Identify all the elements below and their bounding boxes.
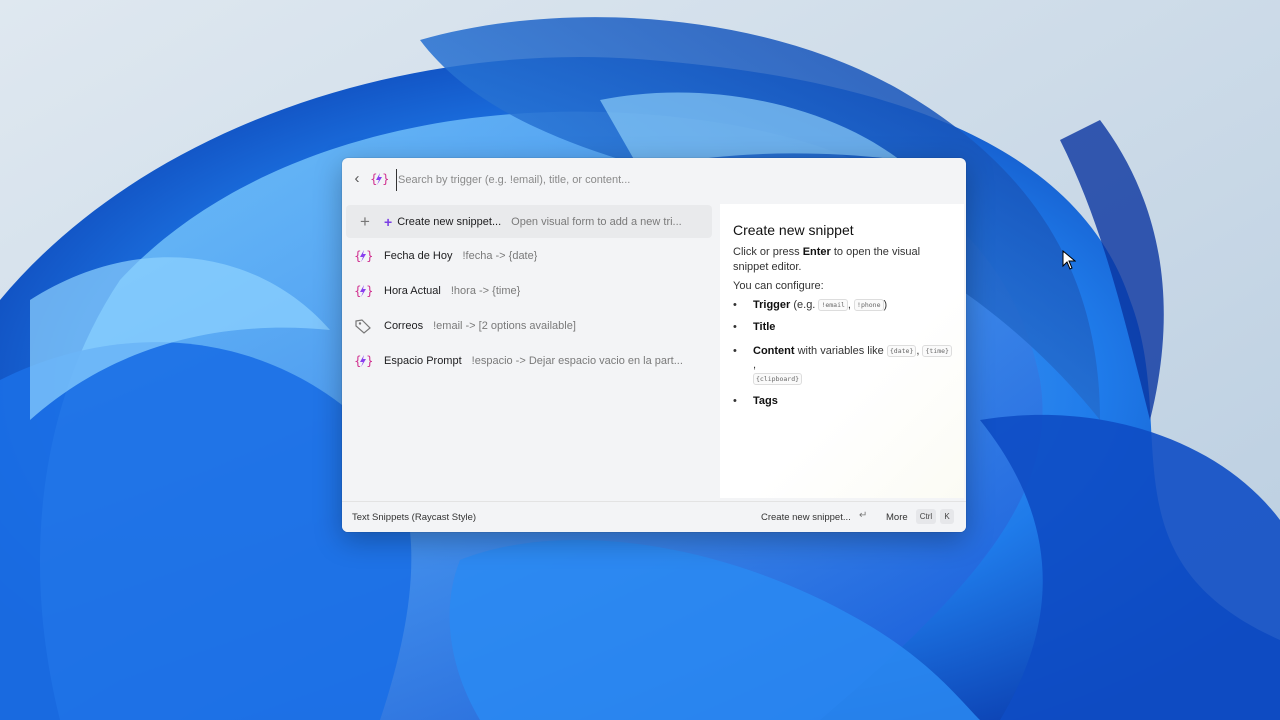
list-item-fecha-de-hoy[interactable]: { } Fecha de Hoy !fecha -> {date} [342,238,718,273]
list-item-title: Fecha de Hoy [384,249,453,262]
code-chip: !phone [854,299,884,311]
svg-text:}: } [366,284,372,298]
desc-key: Enter [802,246,831,258]
lightning-braces-icon: { } [354,249,372,263]
list-item-correos[interactable]: Correos !email -> [2 options available] [342,308,718,343]
configure-item-tags: Tags [733,394,953,408]
svg-text:{: { [354,354,362,368]
item-label: Tags [753,395,778,407]
list-item-subtitle: !espacio -> Dejar espacio vacio en la pa… [471,354,683,367]
lightning-braces-icon: { } [354,284,372,298]
item-text: ) [883,299,888,311]
snippet-list: + + Create new snippet... Open visual fo… [342,205,718,378]
mouse-cursor-icon [1062,250,1076,270]
lightning-braces-icon: { } [354,354,372,368]
create-plus-icon: + [384,213,393,230]
desktop: ‹ { } + + Create new snippet... Open vis… [0,0,1280,720]
svg-text:}: } [366,249,372,263]
svg-text:{: { [370,172,378,186]
enter-icon: ↵ [859,510,868,521]
list-item-title: Create new snippet... [397,215,502,228]
svg-text:}: } [382,172,388,186]
configure-item-content: Content with variables like {date}, {tim… [733,344,953,386]
list-item-subtitle: !fecha -> {date} [462,249,538,262]
chevron-left-icon[interactable]: ‹ [348,170,366,188]
item-text: (e.g. [790,299,819,311]
svg-text:{: { [354,284,362,298]
list-item-create-snippet[interactable]: + + Create new snippet... Open visual fo… [346,205,712,238]
detail-pane: Create new snippet Click or press Enter … [720,204,964,498]
configure-list: Trigger (e.g. !email, !phone) Title Cont… [733,298,953,416]
more-actions-button[interactable]: More [886,512,908,523]
plus-icon: + [360,212,370,231]
item-text: , [753,359,757,371]
list-item-subtitle: Open visual form to add a new tri... [511,215,682,228]
item-label: Trigger [753,299,791,311]
svg-text:}: } [366,354,372,368]
extension-name: Text Snippets (Raycast Style) [352,512,477,523]
list-item-subtitle: !hora -> {time} [450,284,521,297]
list-item-hora-actual[interactable]: { } Hora Actual !hora -> {time} [342,273,718,308]
ctrl-key: Ctrl [916,509,936,524]
item-label: Title [753,321,776,333]
svg-text:{: { [354,249,362,263]
search-bar: ‹ { } [342,158,966,200]
list-item-title: Correos [384,319,424,332]
configure-label: You can configure: [733,280,824,292]
list-item-title: Espacio Prompt [384,354,462,367]
code-chip: {time} [922,345,952,357]
k-key: K [940,509,954,524]
desc-text: Click or press [733,246,803,258]
configure-item-title: Title [733,320,953,334]
code-chip: {date} [886,345,917,357]
list-item-subtitle: !email -> [2 options available] [433,319,576,332]
list-item-espacio-prompt[interactable]: { } Espacio Prompt !espacio -> Dejar esp… [342,343,718,378]
action-bar: Text Snippets (Raycast Style) Create new… [342,501,966,532]
code-chip: !email [818,299,848,311]
item-label: Content [753,345,795,357]
lightning-braces-icon: { } [370,172,388,186]
primary-action-button[interactable]: Create new snippet... [761,512,851,523]
code-chip: {clipboard} [753,373,803,385]
detail-heading: Create new snippet [733,222,854,238]
configure-item-trigger: Trigger (e.g. !email, !phone) [733,298,953,312]
detail-description: Click or press Enter to open the visual … [733,245,933,275]
tag-icon [355,318,371,334]
item-text: with variables like [794,345,887,357]
launcher-window: ‹ { } + + Create new snippet... Open vis… [342,158,966,532]
list-item-title: Hora Actual [384,284,441,297]
search-input[interactable] [396,169,940,191]
